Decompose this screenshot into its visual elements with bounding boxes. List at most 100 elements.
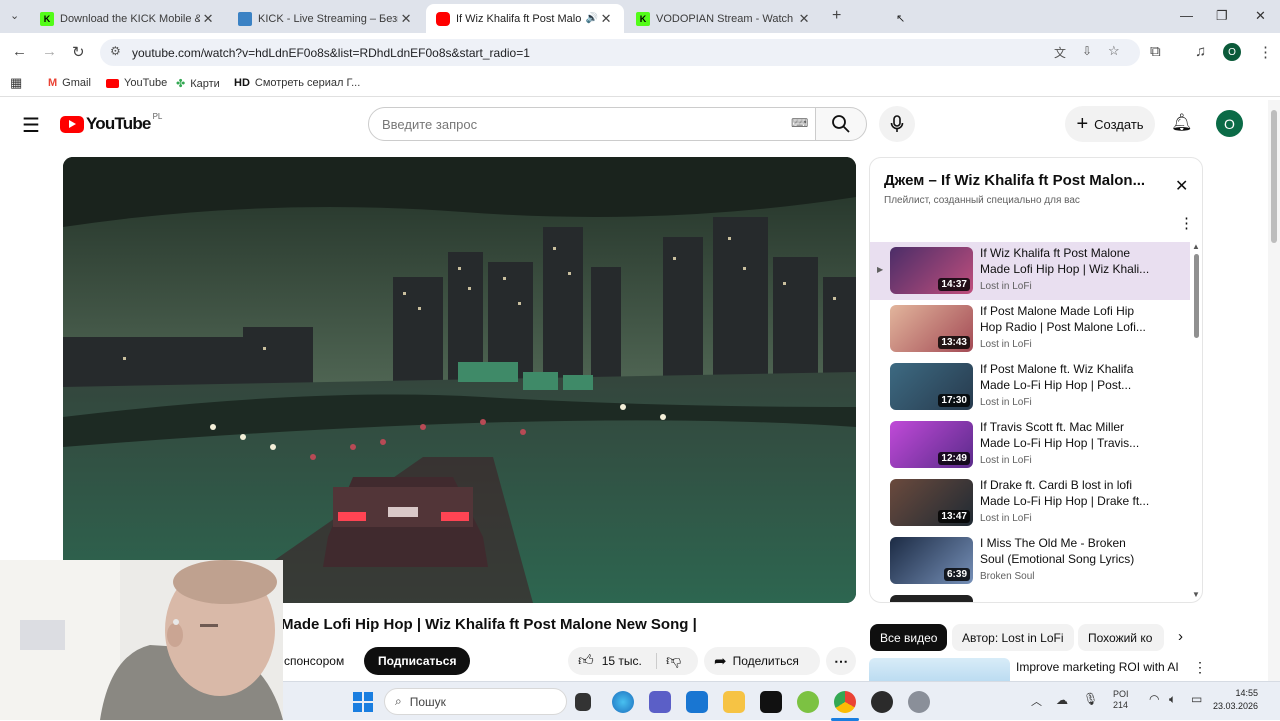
- ad-thumbnail[interactable]: [869, 658, 1010, 681]
- playlist-item-title[interactable]: If Post Malone ft. Wiz Khalifa Made Lo-F…: [980, 361, 1150, 393]
- scroll-up-icon[interactable]: ▲: [1192, 242, 1200, 251]
- utorrent-icon[interactable]: [797, 691, 819, 713]
- notifications-bell-icon[interactable]: 🔔︎: [1171, 113, 1193, 133]
- youtube-logo[interactable]: YouTube PL: [60, 112, 162, 134]
- close-tab-icon[interactable]: ✕: [200, 11, 216, 27]
- edge-icon[interactable]: [612, 691, 634, 713]
- tray-indicator[interactable]: POI 214: [1113, 689, 1129, 711]
- keyboard-icon[interactable]: ⌨: [791, 116, 808, 130]
- playlist-item[interactable]: 13:43 If Post Malone Made Lofi Hip Hop R…: [870, 300, 1190, 358]
- tray-chevron-icon[interactable]: ︿: [1031, 693, 1042, 709]
- tray-mic-icon[interactable]: 🎙︎: [1083, 692, 1098, 706]
- scroll-down-icon[interactable]: ▼: [1192, 590, 1200, 599]
- playlist-item-title[interactable]: If Post Malone Made Lofi Hip Hop Radio |…: [980, 303, 1150, 335]
- close-tab-icon[interactable]: ✕: [598, 11, 614, 27]
- windows-start-icon[interactable]: [353, 692, 373, 712]
- playlist-item[interactable]: ▶ 14:37 If Wiz Khalifa ft Post Malone Ma…: [870, 242, 1190, 300]
- search-input[interactable]: Введите запрос ⌨: [368, 107, 816, 141]
- close-tab-icon[interactable]: ✕: [398, 11, 414, 27]
- volume-icon[interactable]: 🔈︎: [1169, 692, 1176, 707]
- subscribe-button[interactable]: Подписаться: [364, 647, 471, 675]
- ad-title[interactable]: Improve marketing ROI with AI: [1016, 660, 1179, 674]
- close-playlist-icon[interactable]: ✕: [1175, 176, 1188, 196]
- taskbar-search-input[interactable]: ⌕ Пошук: [384, 688, 567, 715]
- site-info-icon[interactable]: ⚙: [110, 44, 121, 58]
- wifi-icon[interactable]: ◠: [1149, 692, 1159, 706]
- search-button[interactable]: [815, 107, 867, 141]
- browser-tab-kick-live[interactable]: KICK - Live Streaming – Безкош ✕: [228, 4, 424, 33]
- translate-icon[interactable]: 文: [1054, 44, 1066, 61]
- playlist-scrollbar-thumb[interactable]: [1194, 254, 1199, 338]
- thumbs-down-icon[interactable]: 👎︎: [666, 652, 681, 670]
- forward-icon[interactable]: →: [42, 43, 57, 60]
- playlist-item[interactable]: 12:49 If Travis Scott ft. Mac Miller Mad…: [870, 416, 1190, 474]
- video-thumbnail[interactable]: 6:39: [890, 537, 973, 584]
- playlist-item-title[interactable]: If Travis Scott ft. Mac Miller Made Lo-F…: [980, 419, 1150, 451]
- playlist-item[interactable]: 17:30 If Post Malone ft. Wiz Khalifa Mad…: [870, 358, 1190, 416]
- install-icon[interactable]: ⇩: [1082, 44, 1092, 58]
- chips-next-icon[interactable]: ›: [1178, 628, 1183, 645]
- chip-author[interactable]: Автор: Lost in LoFi: [952, 624, 1074, 651]
- speaker-icon[interactable]: 🔊: [586, 13, 598, 24]
- account-avatar[interactable]: O: [1216, 110, 1243, 137]
- browser-tab-youtube[interactable]: If Wiz Khalifa ft Post Malone 🔊 ✕: [426, 4, 624, 33]
- page-scrollbar[interactable]: [1268, 100, 1280, 681]
- playlist-item-title[interactable]: If Wiz Khalifa ft Post Malone Made Lofi …: [980, 245, 1150, 277]
- taskbar-clock[interactable]: 14:55 23.03.2026: [1213, 687, 1258, 713]
- bookmark-youtube[interactable]: YouTube: [106, 77, 167, 89]
- back-icon[interactable]: ←: [12, 43, 27, 60]
- video-thumbnail[interactable]: 13:43: [890, 305, 973, 352]
- more-actions-icon[interactable]: ⋯: [826, 647, 856, 675]
- tradingview-icon[interactable]: [760, 691, 782, 713]
- ad-menu-icon[interactable]: ⋮: [1193, 659, 1207, 676]
- playlist-item[interactable]: 13:47 If Drake ft. Cardi B lost in lofi …: [870, 474, 1190, 532]
- new-tab-icon[interactable]: +: [832, 7, 841, 25]
- teams-icon[interactable]: [649, 691, 671, 713]
- like-button[interactable]: 👍︎ 15 тыс.: [568, 647, 656, 675]
- store-icon[interactable]: [686, 691, 708, 713]
- maximize-icon[interactable]: ❐: [1216, 8, 1228, 24]
- reload-icon[interactable]: ↻: [72, 43, 85, 61]
- playlist-item-title[interactable]: I Miss The Old Me - Broken Soul (Emotion…: [980, 535, 1150, 567]
- battery-icon[interactable]: ▭: [1191, 692, 1202, 706]
- browser-menu-icon[interactable]: ⋮: [1258, 43, 1273, 61]
- chrome-icon[interactable]: [834, 691, 856, 713]
- chip-all-videos[interactable]: Все видео: [870, 624, 948, 651]
- playlist-item-title[interactable]: If Drake ft. Cardi B lost in lofi Made L…: [980, 477, 1150, 509]
- address-bar[interactable]: ⚙ youtube.com/watch?v=hdLdnEF0o8s&list=R…: [100, 39, 1140, 66]
- chip-similar[interactable]: Похожий ко: [1078, 624, 1164, 651]
- create-button[interactable]: + Создать: [1065, 106, 1155, 142]
- video-thumbnail[interactable]: 13:47: [890, 479, 973, 526]
- share-button[interactable]: ➦ Поделиться: [704, 647, 820, 675]
- bookmark-series[interactable]: HD Смотреть сериал Г...: [234, 77, 360, 89]
- tab-search-icon[interactable]: ⌄: [10, 9, 19, 22]
- settings-gear-icon[interactable]: [908, 691, 930, 713]
- obs-icon[interactable]: [871, 691, 893, 713]
- profile-avatar[interactable]: O: [1223, 43, 1241, 61]
- file-explorer-icon[interactable]: [723, 691, 745, 713]
- url-text[interactable]: youtube.com/watch?v=hdLdnEF0o8s&list=RDh…: [132, 46, 530, 60]
- playlist-item[interactable]: [870, 590, 1190, 602]
- close-window-icon[interactable]: ✕: [1255, 8, 1266, 24]
- video-thumbnail[interactable]: 12:49: [890, 421, 973, 468]
- onedrive-icon[interactable]: ☁: [1056, 693, 1068, 707]
- bookmark-gmail[interactable]: M Gmail: [48, 77, 91, 89]
- playlist-item[interactable]: 6:39 I Miss The Old Me - Broken Soul (Em…: [870, 532, 1190, 590]
- apps-grid-icon[interactable]: ▦: [10, 75, 22, 91]
- close-tab-icon[interactable]: ✕: [796, 11, 812, 27]
- page-scrollbar-thumb[interactable]: [1271, 110, 1277, 243]
- bookmark-maps[interactable]: ✤ Карти: [176, 77, 220, 91]
- video-thumbnail[interactable]: 14:37: [890, 247, 973, 294]
- extensions-icon[interactable]: ⧉: [1150, 43, 1161, 60]
- media-control-icon[interactable]: ♫: [1195, 43, 1206, 60]
- browser-tab-kick-download[interactable]: K Download the KICK Mobile & T ✕: [30, 4, 226, 33]
- video-thumbnail[interactable]: [890, 595, 973, 602]
- bookmark-star-icon[interactable]: ☆: [1108, 43, 1120, 59]
- video-thumbnail[interactable]: 17:30: [890, 363, 973, 410]
- taskview-icon[interactable]: [575, 693, 591, 711]
- browser-tab-vodopian[interactable]: K VODOPIAN Stream - Watch Live ✕: [626, 4, 822, 33]
- voice-search-button[interactable]: [879, 106, 915, 142]
- video-player[interactable]: [63, 157, 856, 603]
- minimize-icon[interactable]: —: [1180, 8, 1193, 23]
- hamburger-menu-icon[interactable]: ☰: [22, 113, 40, 138]
